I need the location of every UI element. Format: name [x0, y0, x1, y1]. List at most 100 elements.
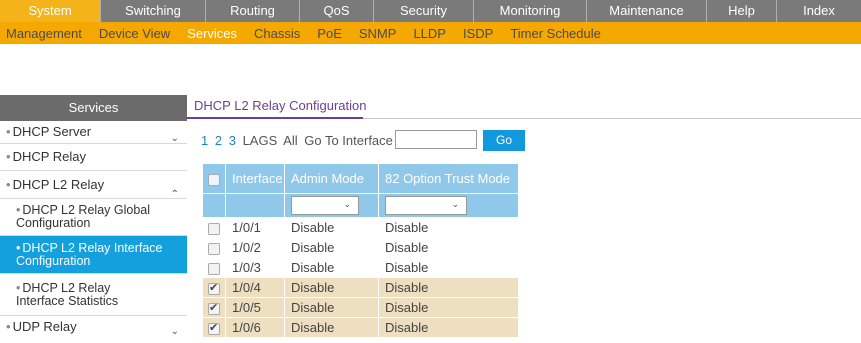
subnav-poe[interactable]: PoE	[317, 26, 342, 41]
sidebar: Services • DHCP Server ⌄ • DHCP Relay • DHC…	[0, 95, 187, 343]
chevron-down-icon: ⌄	[343, 199, 351, 209]
trust-mode-cell: Disable	[378, 217, 519, 238]
main-content: DHCP L2 Relay Configuration 1 2 3 LAGS A…	[187, 95, 861, 343]
sidebar-item-label: DHCP L2 Relay	[12, 177, 105, 192]
subnav-device-view[interactable]: Device View	[99, 26, 170, 41]
row-checkbox[interactable]	[208, 281, 220, 295]
title-underline	[187, 117, 363, 119]
row-checkbox[interactable]	[208, 262, 220, 275]
bullet-icon: •	[16, 203, 21, 217]
admin-mode-cell: Disable	[284, 217, 379, 238]
admin-mode-cell: Disable	[284, 237, 379, 258]
nav-tab-help[interactable]: Help	[707, 0, 777, 22]
interface-cell: 1/0/5	[225, 297, 285, 318]
sidebar-item-label: DHCP L2 Relay Global Configuration	[16, 203, 150, 230]
sidebar-item-l2-interface-stats[interactable]: • DHCP L2 Relay Interface Statistics	[0, 274, 187, 316]
column-header-trust-mode[interactable]: 82 Option Trust Mode	[378, 163, 519, 194]
admin-mode-cell: Disable	[284, 317, 379, 338]
interface-filter: 1 2 3 LAGS All Go To Interface	[201, 133, 396, 148]
bullet-icon: •	[16, 281, 21, 295]
row-checkbox[interactable]	[208, 222, 220, 235]
trust-mode-cell: Disable	[378, 237, 519, 258]
filter-cell	[225, 193, 285, 218]
sidebar-item-dhcp-server[interactable]: • DHCP Server ⌄	[0, 121, 187, 144]
trust-mode-cell: Disable	[378, 317, 519, 338]
subnav-lldp[interactable]: LLDP	[413, 26, 446, 41]
interface-cell: 1/0/6	[225, 317, 285, 338]
filter-link-1[interactable]: 1	[201, 133, 208, 148]
nav-tab-routing[interactable]: Routing	[206, 0, 300, 22]
trust-mode-cell: Disable	[378, 277, 519, 298]
column-header-interface[interactable]: Interface	[225, 163, 285, 194]
nav-tab-monitoring[interactable]: Monitoring	[474, 0, 587, 22]
interface-cell: 1/0/4	[225, 277, 285, 298]
sidebar-item-label: DHCP Relay	[12, 149, 87, 164]
filter-link-all[interactable]: All	[283, 133, 297, 148]
sidebar-item-label: DHCP L2 Relay Interface Statistics	[16, 281, 119, 308]
bullet-icon: •	[6, 124, 11, 139]
sidebar-item-label: DHCP L2 Relay Interface Configuration	[16, 241, 163, 268]
nav-tab-switching[interactable]: Switching	[101, 0, 206, 22]
sidebar-item-label: UDP Relay	[12, 319, 77, 334]
interface-cell: 1/0/3	[225, 257, 285, 278]
row-checkbox[interactable]	[208, 321, 220, 335]
nav-tab-security[interactable]: Security	[374, 0, 474, 22]
page-title: DHCP L2 Relay Configuration	[194, 98, 367, 113]
filter-cell: ⌄	[284, 193, 379, 218]
subnav-timer-schedule[interactable]: Timer Schedule	[510, 26, 601, 41]
chevron-down-icon[interactable]: ⌄	[171, 321, 179, 343]
admin-mode-select[interactable]: ⌄	[291, 196, 359, 215]
subnav-snmp[interactable]: SNMP	[359, 26, 397, 41]
column-header-admin-mode[interactable]: Admin Mode	[284, 163, 379, 194]
filter-link-2[interactable]: 2	[215, 133, 222, 148]
table-row[interactable]: 1/0/2 Disable Disable	[202, 237, 519, 258]
sidebar-header: Services	[0, 95, 187, 121]
bullet-icon: •	[6, 177, 11, 192]
sidebar-item-dhcp-l2-relay[interactable]: • DHCP L2 Relay ⌃	[0, 171, 187, 200]
sub-nav: Management Device View Services Chassis …	[0, 22, 861, 44]
table-row[interactable]: 1/0/6 Disable Disable	[202, 317, 519, 338]
sidebar-item-l2-global-config[interactable]: • DHCP L2 Relay Global Configuration	[0, 199, 187, 236]
trust-mode-select[interactable]: ⌄	[385, 196, 467, 215]
subnav-management[interactable]: Management	[6, 26, 82, 41]
bullet-icon: •	[6, 319, 11, 334]
select-all-cell	[202, 163, 226, 194]
goto-interface-label: Go To Interface	[304, 133, 393, 148]
chevron-down-icon: ⌄	[451, 199, 459, 209]
bullet-icon: •	[16, 241, 21, 255]
filter-cell	[202, 193, 226, 218]
filter-link-lags[interactable]: LAGS	[243, 133, 278, 148]
admin-mode-cell: Disable	[284, 277, 379, 298]
nav-tab-qos[interactable]: QoS	[300, 0, 374, 22]
select-all-checkbox[interactable]	[208, 173, 220, 186]
table-row[interactable]: 1/0/3 Disable Disable	[202, 257, 519, 278]
filter-link-3[interactable]: 3	[229, 133, 236, 148]
table-row[interactable]: 1/0/1 Disable Disable	[202, 217, 519, 238]
goto-interface-input[interactable]	[395, 130, 477, 149]
row-checkbox[interactable]	[208, 242, 220, 255]
trust-mode-cell: Disable	[378, 257, 519, 278]
subnav-isdp[interactable]: ISDP	[463, 26, 493, 41]
sidebar-item-dhcp-relay[interactable]: • DHCP Relay	[0, 144, 187, 171]
subnav-services[interactable]: Services	[187, 26, 237, 41]
admin-mode-cell: Disable	[284, 297, 379, 318]
nav-tab-maintenance[interactable]: Maintenance	[587, 0, 707, 22]
sidebar-item-label: DHCP Server	[12, 124, 92, 139]
admin-mode-cell: Disable	[284, 257, 379, 278]
bullet-icon: •	[6, 149, 11, 164]
filter-cell: ⌄	[378, 193, 519, 218]
table-row[interactable]: 1/0/4 Disable Disable	[202, 277, 519, 298]
interface-cell: 1/0/2	[225, 237, 285, 258]
sidebar-item-udp-relay[interactable]: • UDP Relay ⌄	[0, 316, 187, 338]
sidebar-item-l2-interface-config[interactable]: • DHCP L2 Relay Interface Configuration	[0, 236, 187, 274]
top-nav: System Switching Routing QoS Security Mo…	[0, 0, 861, 22]
row-checkbox[interactable]	[208, 301, 220, 315]
table-row[interactable]: 1/0/5 Disable Disable	[202, 297, 519, 318]
nav-tab-index[interactable]: Index	[777, 0, 861, 22]
go-button[interactable]: Go	[483, 130, 525, 151]
subnav-chassis[interactable]: Chassis	[254, 26, 300, 41]
trust-mode-cell: Disable	[378, 297, 519, 318]
interface-cell: 1/0/1	[225, 217, 285, 238]
nav-tab-system[interactable]: System	[0, 0, 101, 22]
interface-table: Interface Admin Mode 82 Option Trust Mod…	[202, 163, 519, 338]
